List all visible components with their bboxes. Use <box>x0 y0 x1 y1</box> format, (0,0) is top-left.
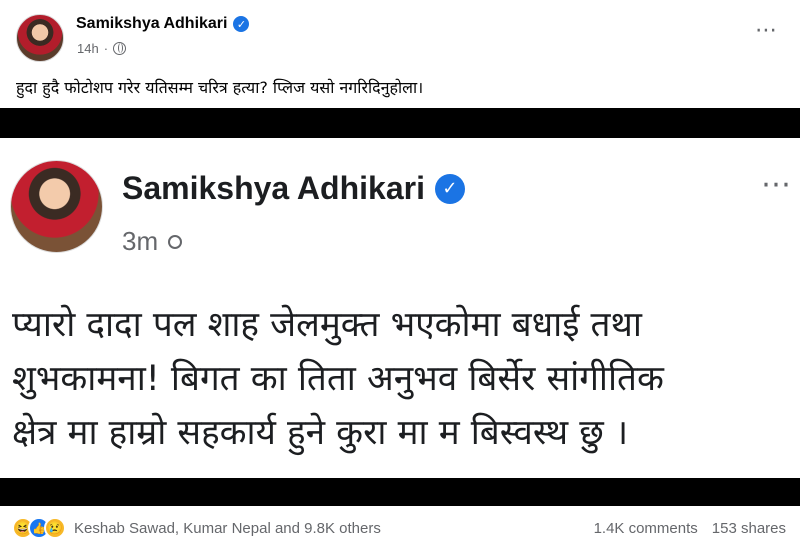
embedded-verified-badge-icon: ✓ <box>434 173 465 204</box>
shares-count[interactable]: 153 shares <box>712 520 786 537</box>
author-name[interactable]: Samikshya Adhikari <box>76 15 227 33</box>
reaction-icons[interactable]: 😆 👍 😢 <box>12 517 66 539</box>
post-footer: 😆 👍 😢 Keshab Sawad, Kumar Nepal and 9.8K… <box>0 506 800 550</box>
embedded-author-row: Samikshya Adhikari ✓ <box>122 170 465 207</box>
embedded-globe-icon <box>168 234 183 249</box>
post-caption: हुदा हुदै फोटोशप गरेर यतिसम्म चरित्र हत्… <box>16 78 424 97</box>
embedded-body-line: क्षेत्र मा हाम्रो सहकार्य हुने कुरा मा म… <box>12 413 629 453</box>
sad-emoji-icon[interactable]: 😢 <box>44 517 66 539</box>
reactors-summary[interactable]: Keshab Sawad, Kumar Nepal and 9.8K other… <box>74 520 381 537</box>
embedded-body-line: प्यारो दादा पल शाह जेलमुक्त भएकोमा बधाई … <box>12 305 642 345</box>
embedded-author-name: Samikshya Adhikari <box>122 170 425 206</box>
globe-icon <box>113 42 127 55</box>
more-options-icon[interactable]: ⋯ <box>755 20 778 42</box>
embedded-more-options-icon: ⋯ <box>761 167 792 202</box>
comments-count[interactable]: 1.4K comments <box>594 520 698 537</box>
embedded-post-meta: 3m <box>122 226 183 257</box>
embedded-post: Samikshya Adhikari ✓ 3m ⋯ प्यारो दादा पल… <box>0 138 800 478</box>
embedded-author-avatar <box>10 160 103 253</box>
verified-badge-icon: ✓ <box>233 16 250 32</box>
post-time[interactable]: 14h <box>77 41 99 56</box>
author-row: Samikshya Adhikari ✓ <box>76 15 250 33</box>
embedded-post-body: प्यारो दादा पल शाह जेलमुक्त भएकोमा बधाई … <box>12 298 792 460</box>
author-avatar[interactable] <box>16 14 64 62</box>
embedded-post-time: 3m <box>122 226 159 256</box>
embedded-body-line: शुभकामना! बिगत का तिता अनुभव बिर्सेर सां… <box>12 359 664 399</box>
embedded-screenshot[interactable]: Samikshya Adhikari ✓ 3m ⋯ प्यारो दादा पल… <box>0 108 800 506</box>
post-meta: 14h · <box>77 41 127 56</box>
post-header: Samikshya Adhikari ✓ 14h · ⋯ हुदा हुदै फ… <box>0 0 800 108</box>
